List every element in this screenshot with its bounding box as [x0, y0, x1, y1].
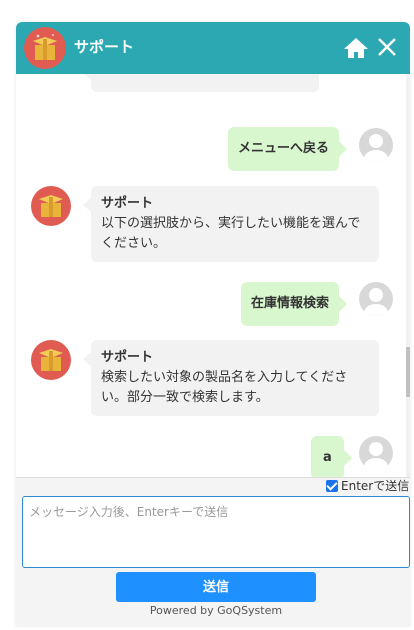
powered-by: Powered by GoQSystem [149, 604, 283, 617]
bot-message-line: 以下の選択肢から、実行したい機能を選んで [101, 216, 361, 231]
chat-scrollbar-thumb[interactable] [406, 347, 410, 397]
bot-message: サポート 以下の選択肢から、実行したい機能を選んで ください。 [83, 186, 379, 262]
header-title: サポート [74, 38, 135, 56]
bot-logo-icon [24, 27, 66, 69]
send-button[interactable]: 送信 [116, 572, 316, 602]
chat-header: サポート [16, 22, 410, 74]
bot-message-line: 検索したい対象の製品名を入力してくださ [101, 370, 348, 385]
bot-avatar-icon [31, 340, 71, 380]
message-input[interactable] [22, 496, 410, 568]
enter-to-send-option[interactable]: Enterで送信 [326, 477, 409, 495]
chat-scrollbar[interactable] [406, 74, 410, 477]
bot-name: サポート [101, 350, 154, 365]
home-icon[interactable] [343, 36, 369, 60]
bot-avatar-icon [31, 186, 71, 226]
enter-to-send-label: Enterで送信 [341, 479, 410, 493]
checkbox-checked-icon[interactable] [326, 480, 338, 492]
user-avatar-icon [359, 436, 393, 470]
user-message-text: a [323, 450, 332, 465]
close-icon[interactable] [377, 37, 397, 57]
user-message: a [311, 436, 352, 477]
bot-message-line: ください。 [101, 236, 167, 251]
user-avatar-icon [359, 128, 393, 162]
bot-message-line: い。部分一致で検索します。 [101, 390, 269, 405]
user-message-text: メニューへ戻る [238, 141, 330, 156]
bot-name: サポート [101, 196, 154, 211]
user-message-text: 在庫情報検索 [251, 296, 330, 311]
previous-bot-bubble [83, 74, 319, 92]
user-avatar-icon [359, 282, 393, 316]
chat-widget: サポート メニューへ戻る サポート 以下の選択肢から、実行したい機能を選んで く… [16, 22, 410, 626]
bot-message: サポート 検索したい対象の製品名を入力してくださ い。部分一致で検索します。 [83, 340, 379, 416]
chat-history[interactable]: メニューへ戻る サポート 以下の選択肢から、実行したい機能を選んで ください。 … [16, 74, 410, 477]
user-message: 在庫情報検索 [241, 282, 348, 326]
user-message: メニューへ戻る [228, 127, 348, 171]
